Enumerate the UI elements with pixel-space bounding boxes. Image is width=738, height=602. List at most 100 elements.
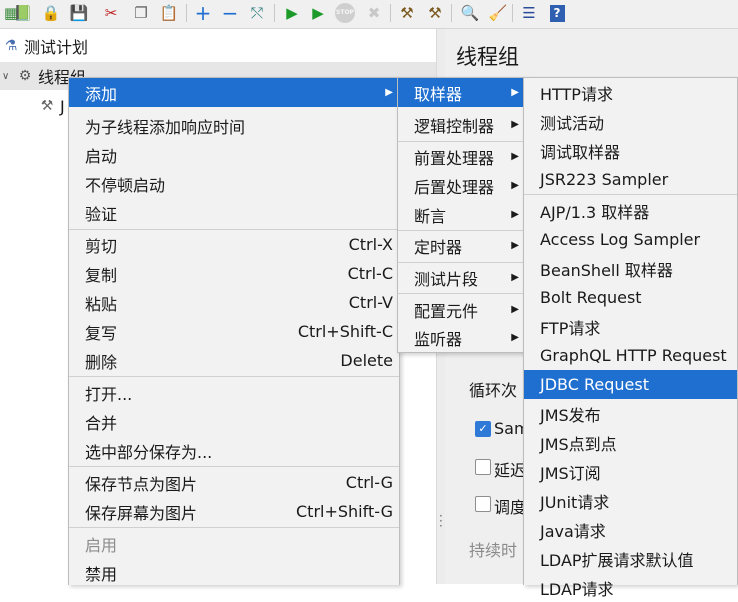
menu-separator (69, 527, 399, 528)
menu-item-copy[interactable]: 复制 Ctrl-C (69, 259, 399, 288)
menu-item-enable[interactable]: 启用 (69, 529, 399, 558)
menu-item-sampler[interactable]: 调试取样器 (524, 136, 737, 165)
menu-item-label: Java请求 (540, 521, 606, 541)
menu-item-save-selection[interactable]: 选中部分保存为... (69, 436, 399, 465)
submenu-arrow-icon: ▶ (511, 304, 519, 315)
menu-item-listener[interactable]: 监听器 ▶ (398, 323, 525, 352)
menu-item-label: BeanShell 取样器 (540, 260, 673, 280)
menu-item-label: 保存屏幕为图片 (85, 503, 198, 523)
menu-item-sampler[interactable]: AJP/1.3 取样器 (524, 196, 737, 225)
menu-item-sampler[interactable]: BeanShell 取样器 (524, 254, 737, 283)
flask-icon: ⚗ (4, 38, 18, 54)
menu-item-label: 逻辑控制器 (414, 116, 495, 136)
tree-node-label: J (60, 96, 65, 116)
menu-item-add-think-time[interactable]: 为子线程添加响应时间 (69, 111, 399, 140)
menu-item-sampler[interactable]: 取样器 ▶ (398, 78, 525, 107)
menu-item-duplicate[interactable]: 复写 Ctrl+Shift-C (69, 317, 399, 346)
submenu-arrow-icon: ▶ (511, 240, 519, 251)
clear-all-icon[interactable]: ⚒ (424, 2, 446, 24)
menu-item-label: JDBC Request (540, 375, 649, 394)
menu-item-add[interactable]: 添加 ▶ (69, 78, 399, 107)
menu-item-save-node-image[interactable]: 保存节点为图片 Ctrl-G (69, 468, 399, 497)
start-no-pause-icon[interactable]: ▶ (307, 2, 329, 24)
menu-item-label: 剪切 (85, 236, 118, 256)
menu-item-label: 粘贴 (85, 294, 118, 314)
menu-item-label: JUnit请求 (540, 492, 610, 512)
expand-icon[interactable]: + (192, 2, 214, 24)
menu-item-sampler[interactable]: JSR223 Sampler (524, 165, 737, 194)
menu-item-sampler[interactable]: Java请求 (524, 515, 737, 544)
cut-icon[interactable]: ✂ (100, 2, 122, 24)
submenu-arrow-icon: ▶ (511, 209, 519, 220)
menu-item-shortcut: Ctrl-G (345, 473, 393, 492)
save-icon[interactable]: 💾 (68, 2, 90, 24)
menu-item-post-processor[interactable]: 后置处理器 ▶ (398, 171, 525, 200)
menu-item-label: 添加 (85, 84, 118, 104)
open-icon[interactable]: 📗 (12, 2, 34, 24)
copy-icon[interactable]: ❐ (130, 2, 152, 24)
menu-item-assertion[interactable]: 断言 ▶ (398, 200, 525, 229)
menu-item-sampler[interactable]: JMS订阅 (524, 457, 737, 486)
menu-item-delete[interactable]: 删除 Delete (69, 346, 399, 375)
lock-icon[interactable]: 🔒 (40, 2, 62, 24)
search-icon[interactable]: 🔍 (459, 2, 481, 24)
menu-item-save-screen-image[interactable]: 保存屏幕为图片 Ctrl+Shift-G (69, 497, 399, 526)
menu-item-sampler[interactable]: FTP请求 (524, 312, 737, 341)
menu-item-start-no-pause[interactable]: 不停顿启动 (69, 169, 399, 198)
tree-node-test-plan[interactable]: ⚗ 测试计划 (0, 32, 436, 60)
menu-item-pre-processor[interactable]: 前置处理器 ▶ (398, 142, 525, 171)
delay-thread-label: 延迟 (494, 461, 527, 480)
toggle-icon[interactable]: ⤲ (246, 2, 268, 24)
add-submenu: 取样器 ▶ 逻辑控制器 ▶ 前置处理器 ▶ 后置处理器 ▶ 断言 ▶ 定时器 ▶ 测试片段 ▶… (397, 77, 526, 353)
menu-item-config-element[interactable]: 配置元件 ▶ (398, 295, 525, 324)
menu-item-shortcut: Ctrl-C (347, 264, 393, 283)
menu-item-logic-controller[interactable]: 逻辑控制器 ▶ (398, 110, 525, 139)
menu-item-label: 验证 (85, 204, 118, 224)
menu-item-sampler[interactable]: LDAP扩展请求默认值 (524, 544, 737, 573)
menu-item-label: 取样器 (414, 84, 463, 104)
expand-arrow-icon[interactable]: ∨ (2, 71, 16, 82)
start-icon[interactable]: ▶ (281, 2, 303, 24)
menu-item-test-fragment[interactable]: 测试片段 ▶ (398, 263, 525, 292)
menu-item-sampler[interactable]: JMS发布 (524, 399, 737, 428)
menu-item-label: 合并 (85, 413, 118, 433)
menu-item-sampler[interactable]: Bolt Request (524, 283, 737, 312)
menu-item-disable[interactable]: 禁用 (69, 558, 399, 587)
clear-icon[interactable]: ⚒ (396, 2, 418, 24)
toolbar: ▦ 📗 🔒 💾 ✂ ❐ 📋 + − ⤲ ▶ ▶ STOP ✖ ⚒ ⚒ 🔍 🧹 ☰… (0, 0, 738, 29)
menu-item-sampler[interactable]: Access Log Sampler (524, 225, 737, 254)
menu-item-merge[interactable]: 合并 (69, 407, 399, 436)
menu-item-sampler[interactable]: LDAP请求 (524, 573, 737, 602)
delay-thread-checkbox[interactable] (475, 459, 491, 475)
menu-item-label: 复写 (85, 323, 118, 343)
reset-search-icon[interactable]: 🧹 (487, 2, 509, 24)
menu-item-start[interactable]: 启动 (69, 140, 399, 169)
shutdown-icon[interactable]: ✖ (363, 2, 385, 24)
loop-count-label: 循环次 (469, 381, 518, 400)
paste-icon[interactable]: 📋 (158, 2, 180, 24)
menu-item-label: FTP请求 (540, 318, 601, 338)
menu-item-sampler[interactable]: HTTP请求 (524, 78, 737, 107)
submenu-arrow-icon: ▶ (511, 180, 519, 191)
menu-item-sampler[interactable]: 测试活动 (524, 107, 737, 136)
help-icon[interactable]: ? (546, 2, 568, 24)
function-helper-icon[interactable]: ☰ (518, 2, 540, 24)
menu-item-timer[interactable]: 定时器 ▶ (398, 231, 525, 260)
menu-item-paste[interactable]: 粘贴 Ctrl-V (69, 288, 399, 317)
menu-item-cut[interactable]: 剪切 Ctrl-X (69, 230, 399, 259)
menu-item-label: 删除 (85, 352, 118, 372)
stop-icon[interactable]: STOP (334, 2, 356, 24)
menu-item-validate[interactable]: 验证 (69, 198, 399, 227)
collapse-icon[interactable]: − (219, 2, 241, 24)
menu-item-jdbc-request[interactable]: JDBC Request (524, 370, 737, 399)
scheduler-checkbox[interactable] (475, 496, 491, 512)
menu-item-label: 选中部分保存为... (85, 442, 213, 462)
menu-item-sampler[interactable]: GraphQL HTTP Request (524, 341, 737, 370)
menu-item-sampler[interactable]: JMS点到点 (524, 428, 737, 457)
menu-item-open[interactable]: 打开... (69, 378, 399, 407)
menu-item-label: LDAP请求 (540, 579, 614, 599)
menu-item-sampler[interactable]: JUnit请求 (524, 486, 737, 515)
submenu-arrow-icon: ▶ (511, 332, 519, 343)
same-user-checkbox[interactable]: ✓ (475, 421, 491, 437)
context-menu: 添加 ▶ 为子线程添加响应时间 启动 不停顿启动 验证 剪切 Ctrl-X 复制 C… (68, 77, 400, 585)
